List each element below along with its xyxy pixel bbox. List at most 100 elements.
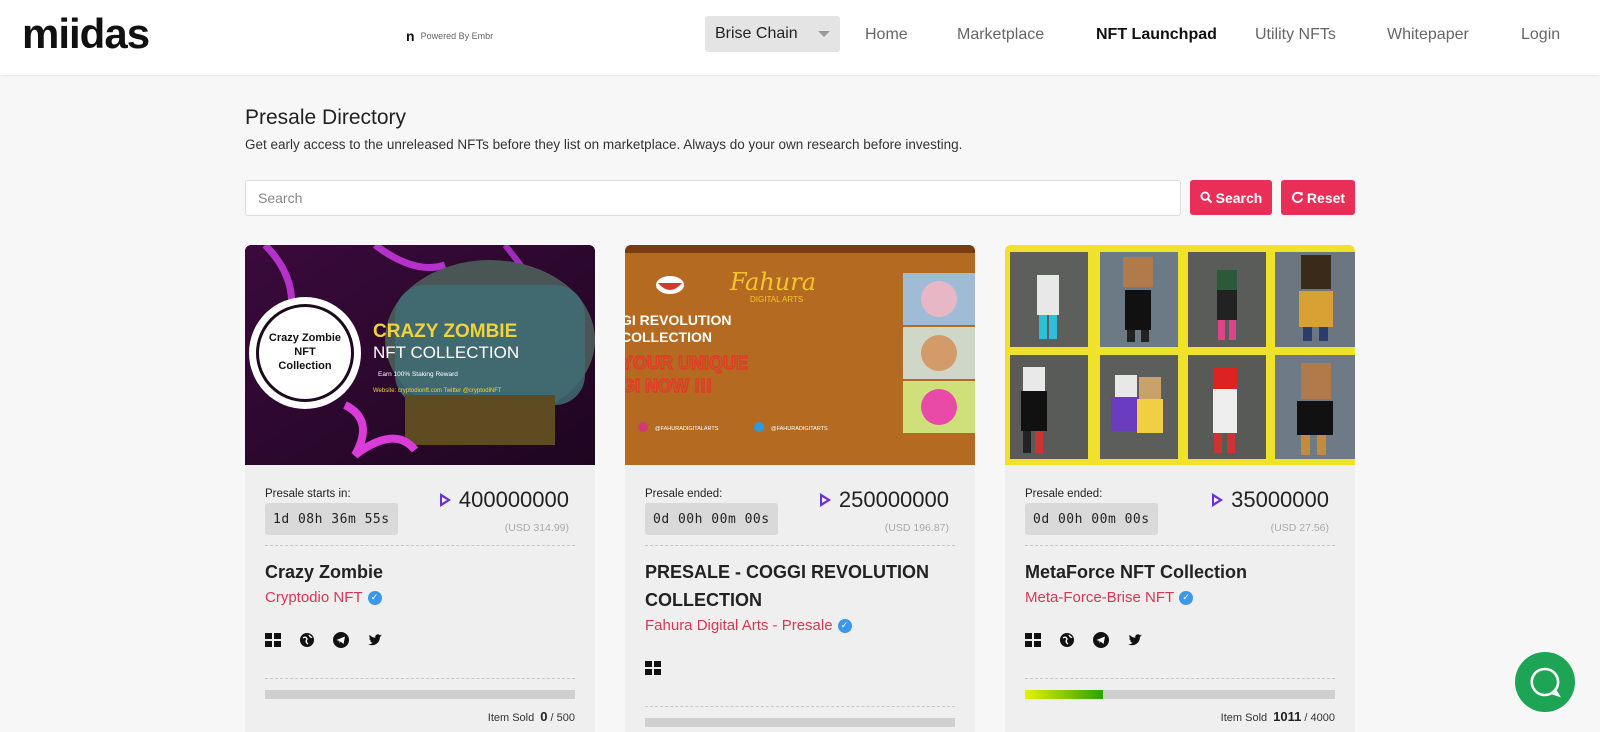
- banner-handle-2: @FAHURADIGITARTS: [771, 426, 828, 432]
- collection-name[interactable]: MetaForce NFT Collection: [1025, 558, 1335, 586]
- countdown-timer: 1d 08h 36m 55s: [265, 503, 398, 535]
- price-usd: (USD 196.87): [884, 522, 949, 534]
- price-usd: (USD 27.56): [1270, 522, 1329, 534]
- divider: [265, 678, 575, 679]
- nft-card[interactable]: Presale ended: 0d 00h 00m 00s 35000000 (…: [1005, 245, 1355, 732]
- twitter-icon[interactable]: [1127, 632, 1143, 648]
- nav-home[interactable]: Home: [865, 26, 908, 44]
- search-button-label: Search: [1215, 189, 1263, 206]
- nft-card[interactable]: Crazy Zombie NFT Collection CRAZY ZOMBIE…: [245, 245, 595, 732]
- telegram-icon[interactable]: [1093, 632, 1109, 648]
- social-links: [645, 660, 661, 676]
- price: 35000000: [1212, 487, 1329, 513]
- verified-icon: ✓: [837, 618, 852, 633]
- banner-subhead: NFT COLLECTION: [373, 343, 519, 362]
- banner-badge-line-3: Collection: [278, 360, 331, 372]
- embr-logo: n: [406, 28, 415, 44]
- social-links: [265, 632, 383, 648]
- items-sold-count: 0: [540, 709, 548, 724]
- collection-name[interactable]: Crazy Zombie: [265, 558, 575, 586]
- presale-status-label: Presale ended:: [1025, 488, 1103, 500]
- creator-link[interactable]: Meta-Force-Brise NFT ✓: [1025, 589, 1194, 606]
- price-value: 250000000: [838, 487, 949, 512]
- price-usd: (USD 314.99): [504, 522, 569, 534]
- card-banner-image[interactable]: Fahura DIGITAL ARTS GI REVOLUTION COLLEC…: [625, 245, 975, 465]
- nav-whitepaper[interactable]: Whitepaper: [1387, 26, 1469, 44]
- divider: [645, 545, 955, 546]
- creator-name: Cryptodio NFT: [265, 589, 363, 606]
- social-links: [1025, 632, 1143, 648]
- countdown-timer: 0d 00h 00m 00s: [645, 503, 778, 535]
- banner-line-4: GI NOW !!!: [625, 376, 712, 396]
- banner-line-1: Earn 100% Staking Reward: [378, 371, 458, 378]
- banner-handle-1: @FAHURADIGITALARTS: [655, 426, 719, 432]
- nav-utility-nfts[interactable]: Utility NFTs: [1255, 26, 1336, 44]
- price-value: 400000000: [458, 487, 569, 512]
- site-logo[interactable]: miidas: [22, 10, 150, 58]
- twitter-icon[interactable]: [367, 632, 383, 648]
- price: 400000000: [439, 487, 569, 513]
- nav-login[interactable]: Login: [1521, 26, 1560, 44]
- reset-button[interactable]: Reset: [1281, 180, 1355, 215]
- items-sold: Item Sold 1011 / 4000: [1221, 709, 1335, 724]
- verified-icon: ✓: [367, 590, 382, 605]
- items-sold-total: / 4000: [1304, 712, 1335, 724]
- banner-line-2: Website: cryptodionft.com Twitter @crypt…: [373, 388, 502, 394]
- chat-button[interactable]: [1515, 652, 1575, 712]
- divider: [1025, 545, 1335, 546]
- collection-name[interactable]: PRESALE - COGGI REVOLUTION COLLECTION: [645, 558, 955, 614]
- banner-headline: CRAZY ZOMBIE: [373, 321, 517, 342]
- creator-name: Meta-Force-Brise NFT: [1025, 589, 1175, 606]
- sold-progress-bar: [645, 718, 955, 727]
- nft-card[interactable]: Fahura DIGITAL ARTS GI REVOLUTION COLLEC…: [625, 245, 975, 732]
- sold-progress-fill: [1025, 690, 1104, 699]
- presale-status-label: Presale ended:: [645, 488, 723, 500]
- countdown-timer: 0d 00h 00m 00s: [1025, 503, 1158, 535]
- search-button[interactable]: Search: [1190, 180, 1272, 215]
- banner-brand-sub: DIGITAL ARTS: [750, 295, 803, 304]
- grid-icon[interactable]: [645, 660, 661, 676]
- page-title: Presale Directory: [245, 106, 407, 129]
- refresh-icon: [1291, 191, 1303, 203]
- verified-icon: ✓: [1179, 590, 1194, 605]
- items-sold: Item Sold 0 / 500: [488, 709, 575, 724]
- brise-token-icon: [1212, 493, 1224, 507]
- banner-line-2: COLLECTION: [625, 329, 712, 345]
- nav-nft-launchpad[interactable]: NFT Launchpad: [1096, 26, 1217, 44]
- globe-icon[interactable]: [299, 632, 315, 648]
- price: 250000000: [819, 487, 949, 513]
- telegram-icon[interactable]: [333, 632, 349, 648]
- sold-progress-bar: [265, 690, 575, 699]
- banner-brand: Fahura: [729, 268, 816, 296]
- brise-token-icon: [439, 493, 451, 507]
- banner-badge-line-1: Crazy Zombie: [269, 332, 341, 344]
- price-value: 35000000: [1231, 487, 1329, 512]
- chain-select[interactable]: Brise Chain: [705, 16, 840, 52]
- search-input[interactable]: [245, 180, 1181, 216]
- creator-link[interactable]: Cryptodio NFT ✓: [265, 589, 382, 606]
- creator-link[interactable]: Fahura Digital Arts - Presale ✓: [645, 617, 852, 634]
- creator-name: Fahura Digital Arts - Presale: [645, 617, 833, 634]
- grid-icon[interactable]: [1025, 632, 1041, 648]
- card-banner-image[interactable]: Crazy Zombie NFT Collection CRAZY ZOMBIE…: [245, 245, 595, 465]
- items-sold-total: / 500: [550, 712, 575, 724]
- divider: [265, 545, 575, 546]
- chat-bubble-icon: [1530, 667, 1561, 698]
- powered-by-text: Powered By Embr: [420, 31, 494, 41]
- globe-icon[interactable]: [1059, 632, 1075, 648]
- chain-select-value: Brise Chain: [715, 25, 798, 42]
- banner-line-3: YOUR UNIQUE: [625, 353, 748, 373]
- banner-badge-line-2: NFT: [294, 346, 316, 358]
- nav-marketplace[interactable]: Marketplace: [957, 26, 1044, 44]
- divider: [645, 706, 955, 707]
- card-banner-image[interactable]: [1005, 245, 1355, 465]
- search-icon: [1200, 191, 1212, 204]
- items-sold-count: 1011: [1273, 709, 1302, 724]
- divider: [1025, 678, 1335, 679]
- items-sold-label: Item Sold: [487, 712, 535, 724]
- top-header: miidas n Powered By Embr Brise Chain Hom…: [0, 0, 1600, 75]
- sold-progress-bar: [1025, 690, 1335, 699]
- brise-token-icon: [819, 493, 831, 507]
- grid-icon[interactable]: [265, 632, 281, 648]
- presale-status-label: Presale starts in:: [265, 488, 351, 500]
